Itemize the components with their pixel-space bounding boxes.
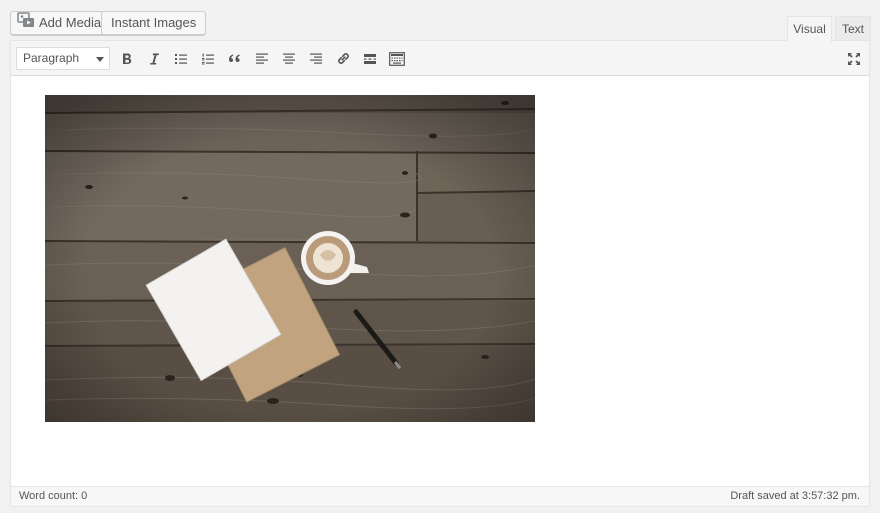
tab-text-label: Text [841, 22, 864, 36]
align-center-button[interactable] [277, 47, 301, 70]
read-more-button[interactable] [358, 47, 382, 70]
align-left-icon [255, 52, 269, 66]
bold-button[interactable] [115, 47, 139, 70]
content-image[interactable] [45, 95, 535, 422]
instant-images-button[interactable]: Instant Images [101, 11, 207, 35]
format-select-value: Paragraph [23, 51, 80, 65]
draft-saved-status: Draft saved at 3:57:32 pm. [730, 490, 860, 502]
blockquote-icon [228, 52, 242, 66]
bold-icon [120, 52, 134, 66]
italic-button[interactable] [142, 47, 166, 70]
format-select[interactable]: Paragraph [16, 47, 110, 70]
bullet-list-icon [174, 52, 188, 66]
read-more-icon [363, 52, 377, 66]
link-button[interactable] [331, 47, 355, 70]
status-bar: Word count: 0 Draft saved at 3:57:32 pm. [11, 486, 869, 506]
tab-text[interactable]: Text [835, 16, 871, 41]
align-right-button[interactable] [304, 47, 328, 70]
align-left-button[interactable] [250, 47, 274, 70]
italic-icon [147, 52, 161, 66]
fullscreen-button[interactable] [842, 47, 866, 70]
toolbar-toggle-icon [389, 51, 405, 66]
fullscreen-icon [847, 52, 861, 66]
instant-images-label: Instant Images [111, 15, 197, 30]
numbered-list-icon [201, 52, 215, 66]
tab-visual[interactable]: Visual [787, 16, 832, 42]
word-count: Word count: 0 [19, 490, 88, 502]
numbered-list-button[interactable] [196, 47, 220, 70]
blockquote-button[interactable] [223, 47, 247, 70]
editor-content[interactable] [11, 77, 869, 486]
media-icon [17, 11, 35, 35]
editor-toolbar: Paragraph [11, 41, 869, 76]
chevron-down-icon [96, 57, 104, 62]
tab-visual-label: Visual [793, 22, 826, 36]
bullet-list-button[interactable] [169, 47, 193, 70]
editor: Paragraph Word count: 0 Draft saved at 3… [10, 40, 870, 507]
link-icon [336, 51, 351, 66]
add-media-label: Add Media [39, 15, 102, 30]
add-media-button[interactable]: Add Media [10, 11, 112, 35]
align-center-icon [282, 52, 296, 66]
toolbar-toggle-button[interactable] [385, 47, 409, 70]
align-right-icon [309, 52, 323, 66]
